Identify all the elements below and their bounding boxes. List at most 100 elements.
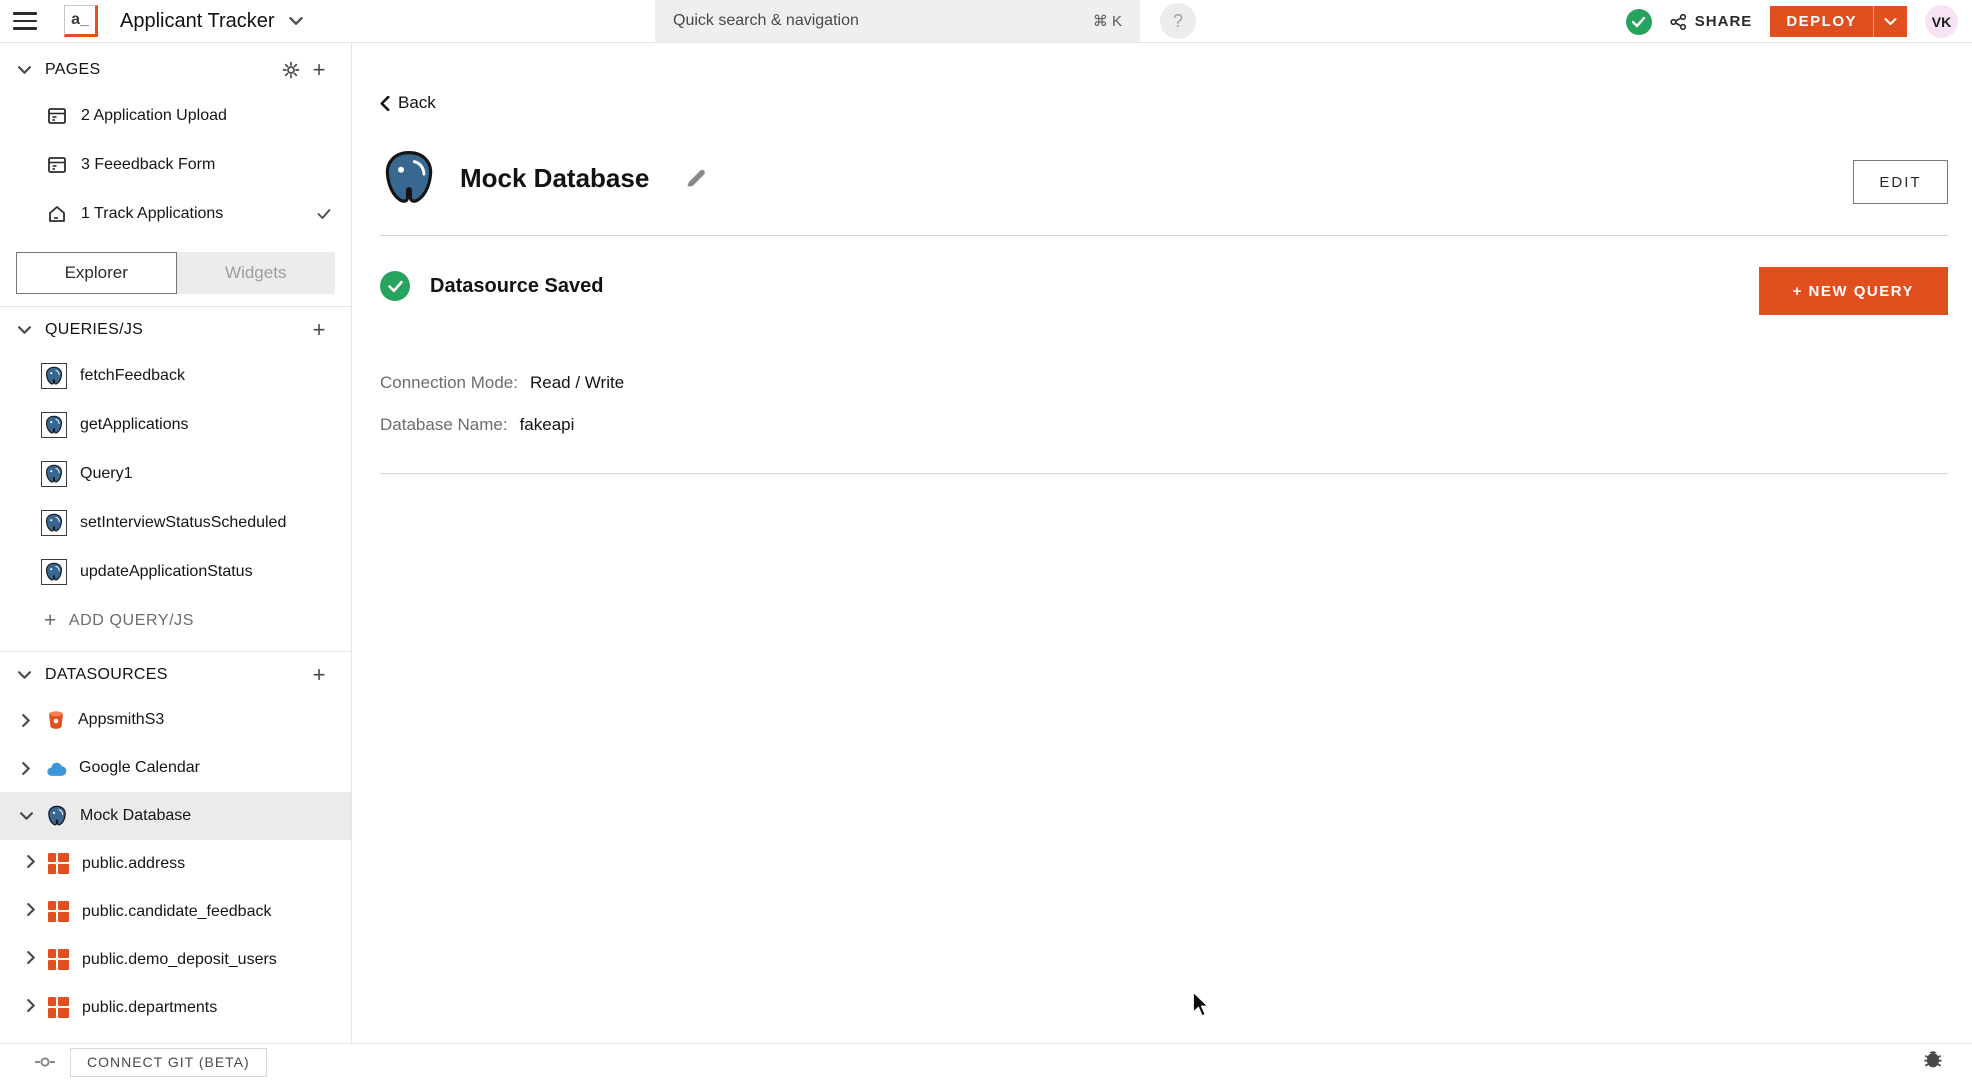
database-name-value: fakeapi <box>519 415 575 434</box>
postgres-query-icon <box>41 362 67 389</box>
table-icon <box>48 853 70 875</box>
debug-bug-icon[interactable] <box>1922 1048 1944 1073</box>
chevron-right-icon <box>27 950 35 965</box>
connection-mode-label: Connection Mode: <box>380 373 518 392</box>
datasource-title: Mock Database <box>460 162 650 193</box>
chevron-down-icon <box>288 17 303 25</box>
chevron-down-icon <box>18 671 31 679</box>
edit-datasource-button[interactable]: EDIT <box>1853 160 1948 204</box>
user-avatar[interactable]: VK <box>1925 5 1958 38</box>
tab-widgets[interactable]: Widgets <box>177 252 336 294</box>
chevron-right-icon <box>22 713 30 727</box>
appsmith-logo[interactable]: a_ <box>64 5 98 37</box>
page-label: 1 Track Applications <box>81 204 224 222</box>
sidebar-item-page-track-applications[interactable]: 1 Track Applications <box>0 189 351 238</box>
page-icon <box>48 107 66 124</box>
header-divider <box>380 235 1948 236</box>
chevron-down-icon <box>18 66 31 74</box>
help-button[interactable]: ? <box>1160 3 1196 39</box>
table-icon <box>48 997 70 1019</box>
query-label: fetchFeedback <box>80 366 185 384</box>
add-query-js-button[interactable]: + ADD QUERY/JS <box>0 596 351 645</box>
datasources-title: DATASOURCES <box>45 666 168 683</box>
datasource-header: Mock Database <box>380 148 707 208</box>
connect-git-button[interactable]: CONNECT GIT (BETA) <box>70 1047 267 1077</box>
share-button[interactable]: SHARE <box>1670 13 1753 30</box>
sidebar-item-table-public-demo-deposit-users[interactable]: public.demo_deposit_users <box>0 936 351 984</box>
app-title: Applicant Tracker <box>120 9 275 32</box>
datasource-detail-panel: Back Mock Database EDIT Datasource Saved… <box>352 43 1972 1043</box>
add-query-plus-button[interactable]: + <box>305 316 333 344</box>
postgres-query-icon <box>41 460 67 487</box>
share-icon <box>1670 13 1686 30</box>
app-title-menu[interactable]: Applicant Tracker <box>120 10 303 33</box>
back-label: Back <box>398 93 436 112</box>
queries-section-header[interactable]: QUERIES/JS + <box>0 309 351 351</box>
explorer-widgets-switch: Explorer Widgets <box>16 252 335 294</box>
tab-widgets-label: Widgets <box>225 263 287 282</box>
search-shortcut: ⌘ K <box>1092 13 1122 30</box>
sidebar-item-query-getapplications[interactable]: getApplications <box>0 400 351 449</box>
back-button[interactable]: Back <box>380 93 436 113</box>
query-label: updateApplicationStatus <box>80 562 253 580</box>
sidebar-item-page-application-upload[interactable]: 2 Application Upload <box>0 91 351 140</box>
current-page-check-icon <box>317 208 331 219</box>
add-page-button[interactable]: + <box>305 56 333 84</box>
deploy-button[interactable]: DEPLOY <box>1770 6 1907 37</box>
sidebar-item-query-query1[interactable]: Query1 <box>0 449 351 498</box>
new-query-button[interactable]: + NEW QUERY <box>1758 267 1948 315</box>
add-datasource-button[interactable]: + <box>305 661 333 689</box>
postgres-logo <box>385 151 433 203</box>
page-icon <box>48 156 66 173</box>
table-label: public.candidate_feedback <box>82 903 272 920</box>
query-label: getApplications <box>80 415 189 433</box>
query-label: setInterviewStatusScheduled <box>80 513 287 531</box>
pages-settings-button[interactable] <box>277 56 305 84</box>
chevron-right-icon <box>27 902 35 917</box>
sidebar-item-datasource-mock-database[interactable]: Mock Database <box>0 792 351 840</box>
table-label: public.address <box>82 855 186 872</box>
connection-mode-row: Connection Mode: Read / Write <box>380 373 624 393</box>
hamburger-menu-icon[interactable] <box>2 0 48 43</box>
chevron-left-icon <box>380 95 390 111</box>
sidebar-item-page-feedback-form[interactable]: 3 Feeedback Form <box>0 140 351 189</box>
pages-section-header[interactable]: PAGES + <box>0 49 351 91</box>
deploy-label: DEPLOY <box>1786 13 1857 30</box>
share-label: SHARE <box>1694 13 1753 30</box>
sidebar-item-table-public-departments[interactable]: public.departments <box>0 984 351 1032</box>
help-label: ? <box>1172 10 1183 31</box>
chevron-down-icon <box>19 812 33 820</box>
topbar-actions: SHARE DEPLOY VK <box>1625 0 1958 43</box>
database-name-label: Database Name: <box>380 415 508 434</box>
bottom-bar: CONNECT GIT (BETA) <box>0 1043 1972 1080</box>
sidebar-item-datasource-appsmiths3[interactable]: AppsmithS3 <box>0 696 351 744</box>
datasource-saved-status: Datasource Saved <box>380 271 603 301</box>
sidebar-item-query-updateapplicationstatus[interactable]: updateApplicationStatus <box>0 547 351 596</box>
chevron-right-icon <box>27 854 35 869</box>
plus-icon: + <box>44 608 57 632</box>
deploy-dropdown[interactable] <box>1873 6 1907 37</box>
edit-name-pencil-icon[interactable] <box>685 167 707 189</box>
sidebar-divider <box>0 306 351 307</box>
chevron-down-icon <box>18 326 31 334</box>
saved-status-label: Datasource Saved <box>430 274 604 297</box>
tab-explorer[interactable]: Explorer <box>16 252 177 294</box>
sidebar-item-table-public-address[interactable]: public.address <box>0 840 351 888</box>
sidebar-item-query-setinterviewstatus[interactable]: setInterviewStatusScheduled <box>0 498 351 547</box>
sidebar-item-query-fetchfeedback[interactable]: fetchFeedback <box>0 351 351 400</box>
git-commit-icon <box>34 1057 56 1067</box>
explorer-sidebar: PAGES + 2 Application Upload 3 Feeedback… <box>0 43 352 1043</box>
quick-search-input[interactable]: Quick search & navigation ⌘ K <box>655 0 1140 42</box>
query-label: Query1 <box>80 464 133 482</box>
table-icon <box>48 901 70 923</box>
sidebar-item-datasource-google-calendar[interactable]: Google Calendar <box>0 744 351 792</box>
section-divider <box>380 473 1948 474</box>
gear-icon <box>282 61 300 79</box>
datasource-label: Mock Database <box>80 807 192 824</box>
logo-text: a_ <box>71 11 89 28</box>
sidebar-item-table-public-candidate-feedback[interactable]: public.candidate_feedback <box>0 888 351 936</box>
postgres-datasource-icon <box>48 805 66 826</box>
add-query-js-label: ADD QUERY/JS <box>68 611 195 629</box>
datasources-section-header[interactable]: DATASOURCES + <box>0 654 351 696</box>
saved-indicator-icon <box>1625 8 1652 35</box>
